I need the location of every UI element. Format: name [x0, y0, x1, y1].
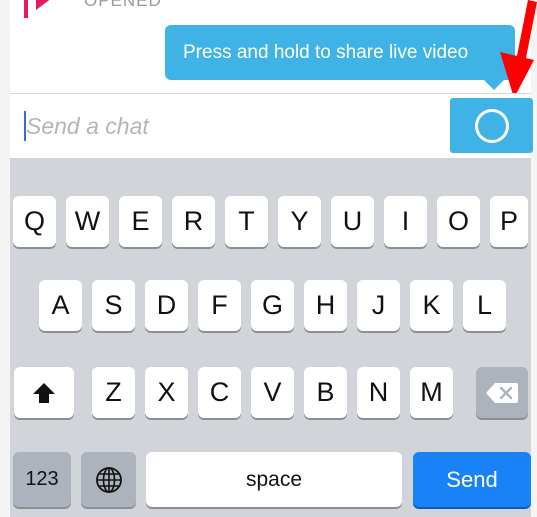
- key-l[interactable]: L: [463, 280, 506, 331]
- tooltip-text: Press and hold to share live video: [183, 42, 469, 63]
- opened-arrow-icon: [36, 0, 52, 10]
- key-c[interactable]: C: [198, 367, 241, 418]
- key-w[interactable]: W: [66, 196, 109, 247]
- message-marker: [24, 0, 28, 18]
- key-i[interactable]: I: [384, 196, 427, 247]
- key-z[interactable]: Z: [92, 367, 135, 418]
- key-y[interactable]: Y: [278, 196, 321, 247]
- numbers-key[interactable]: 123: [13, 452, 71, 507]
- frame-left-edge: [0, 0, 10, 517]
- screen: OPENED Press and hold to share live vide…: [0, 0, 537, 517]
- live-video-tooltip: Press and hold to share live video: [165, 25, 515, 80]
- key-j[interactable]: J: [357, 280, 400, 331]
- key-d[interactable]: D: [145, 280, 188, 331]
- chat-input[interactable]: [24, 104, 426, 148]
- globe-key[interactable]: [81, 452, 136, 507]
- key-h[interactable]: H: [304, 280, 347, 331]
- send-button[interactable]: Send: [413, 452, 531, 507]
- shift-arrow-icon: [33, 382, 55, 403]
- circle-icon: [475, 109, 509, 143]
- key-o[interactable]: O: [437, 196, 480, 247]
- key-e[interactable]: E: [119, 196, 162, 247]
- key-v[interactable]: V: [251, 367, 294, 418]
- key-b[interactable]: B: [304, 367, 347, 418]
- key-s[interactable]: S: [92, 280, 135, 331]
- key-k[interactable]: K: [410, 280, 453, 331]
- message-status: OPENED: [84, 0, 162, 10]
- text-caret: [24, 111, 26, 141]
- red-arrow-annotation-icon: [500, 0, 537, 98]
- key-g[interactable]: G: [251, 280, 294, 331]
- chat-composer: [10, 93, 533, 158]
- key-m[interactable]: M: [410, 367, 453, 418]
- key-x[interactable]: X: [145, 367, 188, 418]
- shift-key[interactable]: [14, 367, 74, 418]
- key-a[interactable]: A: [39, 280, 82, 331]
- space-key[interactable]: space: [146, 452, 402, 507]
- key-r[interactable]: R: [172, 196, 215, 247]
- globe-icon: [95, 466, 122, 493]
- live-video-button[interactable]: [450, 98, 533, 153]
- keyboard: Q W E R T Y U I O P A S D F G H J K L Z …: [10, 158, 531, 517]
- key-n[interactable]: N: [357, 367, 400, 418]
- key-q[interactable]: Q: [13, 196, 56, 247]
- key-p[interactable]: P: [490, 196, 528, 247]
- backspace-key[interactable]: [476, 367, 528, 418]
- key-f[interactable]: F: [198, 280, 241, 331]
- key-u[interactable]: U: [331, 196, 374, 247]
- key-t[interactable]: T: [225, 196, 268, 247]
- backspace-icon: [486, 382, 518, 403]
